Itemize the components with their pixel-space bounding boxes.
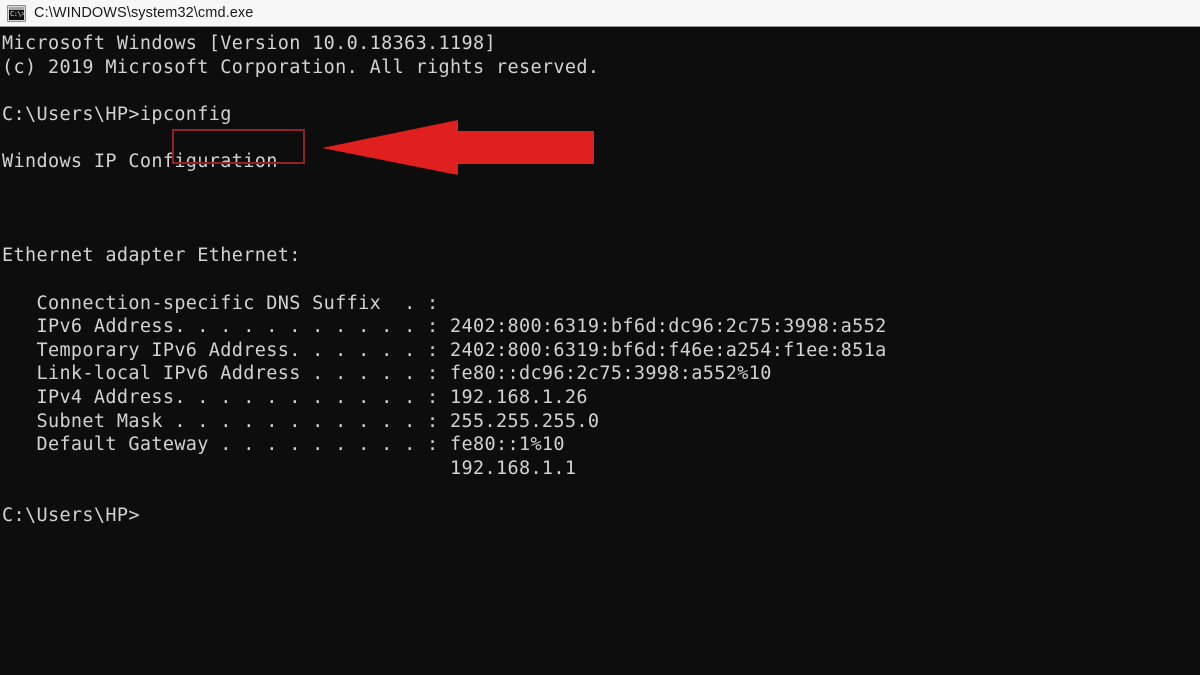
console-text: Microsoft Windows [Version 10.0.18363.11… [2,33,887,526]
console-output-area[interactable]: Microsoft Windows [Version 10.0.18363.11… [0,27,1200,675]
window-title-text: C:\WINDOWS\system32\cmd.exe [34,5,254,21]
cmd-console-icon: C:\> [7,4,26,22]
icon-console-body: C:\> [9,9,24,20]
window-title-bar[interactable]: C:\> C:\WINDOWS\system32\cmd.exe [0,0,1200,27]
cmd-window: C:\> C:\WINDOWS\system32\cmd.exe Microso… [0,0,1200,675]
